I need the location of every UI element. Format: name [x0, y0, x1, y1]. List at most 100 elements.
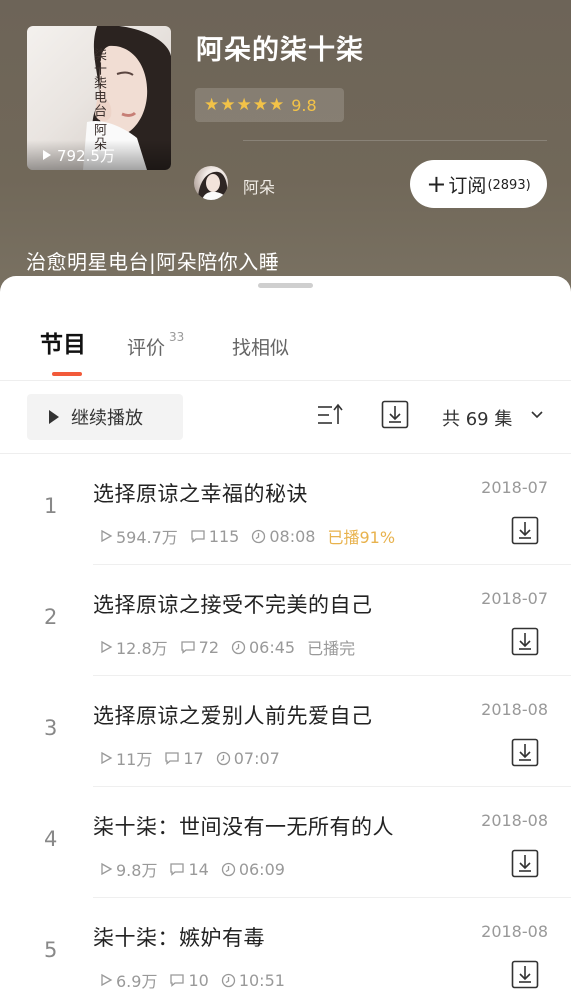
play-icon: [49, 410, 59, 424]
play-icon: [101, 862, 113, 876]
episode-row[interactable]: 1 选择原谅之幸福的秘诀 2018-07 594.7万 115 08:08 已播…: [0, 454, 571, 565]
tab-reviews-label: 评价: [127, 337, 166, 359]
episode-plays-value: 6.9万: [116, 972, 158, 991]
album-cover[interactable]: 柒十柒电台 阿朵 792.5万: [27, 26, 171, 170]
download-icon[interactable]: [511, 738, 539, 768]
clock-icon: [221, 862, 235, 876]
episode-comments-value: 14: [188, 859, 209, 879]
episode-duration: 08:08: [251, 527, 315, 546]
album-description: 治愈明星电台|阿朵陪你入睡: [26, 250, 280, 274]
episode-row[interactable]: 2 选择原谅之接受不完美的自己 2018-07 12.8万 72 06:45 已…: [0, 565, 571, 676]
episode-comments: 10: [169, 970, 209, 990]
episode-number: 1: [44, 494, 58, 518]
album-title: 阿朵的柒十柒: [196, 35, 364, 66]
comment-icon: [191, 530, 205, 543]
cover-text: 柒十柒电台 阿朵: [91, 48, 106, 152]
episode-duration-value: 06:45: [249, 637, 296, 657]
episode-title[interactable]: 柒十柒：世间没有一无所有的人: [93, 811, 394, 841]
episode-title[interactable]: 柒十柒：嫉妒有毒: [93, 922, 265, 952]
episode-meta: 11万 17 07:07: [99, 746, 292, 770]
episode-comments-value: 17: [183, 748, 204, 768]
episode-title[interactable]: 选择原谅之爱别人前先爱自己: [93, 700, 373, 730]
episode-duration-value: 08:08: [269, 526, 316, 546]
play-icon: [101, 640, 113, 654]
episode-number: 2: [44, 605, 58, 629]
cover-play-count-value: 792.5万: [57, 146, 115, 165]
comment-icon: [165, 752, 180, 765]
episode-row[interactable]: 3 选择原谅之爱别人前先爱自己 2018-08 11万 17 07:07: [0, 676, 571, 787]
tab-similar-label: 找相似: [232, 337, 290, 359]
tabs-divider: [0, 380, 571, 381]
episode-plays: 594.7万: [99, 524, 178, 548]
rating-score: 9.8: [291, 95, 317, 115]
comment-icon: [170, 974, 185, 987]
episode-comments-value: 10: [188, 970, 209, 990]
episode-plays: 12.8万: [99, 635, 168, 659]
episode-date: 2018-07: [481, 589, 548, 608]
episode-duration: 07:07: [216, 749, 280, 768]
episode-sheet: 节目 评价 33 找相似 继续播放 共 69 集 1 选择原谅之幸福的秘诀 20…: [0, 276, 571, 1000]
episode-number: 3: [44, 716, 58, 740]
tab-episodes[interactable]: 节目: [40, 325, 86, 359]
clock-icon: [231, 640, 246, 654]
episode-comments: 14: [169, 859, 209, 879]
play-icon: [101, 973, 113, 987]
episode-number: 5: [44, 938, 58, 962]
tab-indicator: [52, 372, 82, 376]
subscribe-label: 订阅: [448, 174, 487, 197]
episode-meta: 12.8万 72 06:45 已播完: [99, 635, 367, 659]
episode-row[interactable]: 5 柒十柒：嫉妒有毒 2018-08 6.9万 10 10:51: [0, 898, 571, 1000]
drag-handle[interactable]: [258, 283, 313, 288]
episode-plays: 11万: [99, 746, 152, 770]
episode-duration: 06:09: [221, 860, 285, 879]
play-icon: [101, 529, 113, 543]
sort-icon[interactable]: [316, 400, 344, 430]
subscribe-button[interactable]: + 订阅 (2893): [410, 160, 547, 208]
download-icon[interactable]: [511, 960, 539, 990]
host-name[interactable]: 阿朵: [243, 174, 275, 198]
episode-row[interactable]: 4 柒十柒：世间没有一无所有的人 2018-08 9.8万 14 06:09: [0, 787, 571, 898]
episode-meta: 594.7万 115 08:08 已播91%: [99, 524, 407, 548]
episode-title[interactable]: 选择原谅之幸福的秘诀: [93, 478, 308, 508]
download-icon[interactable]: [511, 849, 539, 879]
tab-bar: 节目 评价 33 找相似: [0, 326, 571, 378]
star-rating-icon: ★★★★★: [204, 95, 286, 115]
header-divider: [243, 140, 547, 141]
album-header: 柒十柒电台 阿朵 792.5万 阿朵的柒十柒 ★★★★★ 9.8 阿朵 + 订阅…: [0, 0, 571, 300]
episode-duration: 06:45: [231, 638, 295, 657]
tab-episodes-label: 节目: [40, 332, 86, 358]
host-avatar[interactable]: [194, 166, 228, 200]
rating-badge: ★★★★★ 9.8: [195, 88, 344, 122]
subscribe-count: (2893): [487, 178, 531, 193]
episode-comments: 17: [164, 748, 204, 768]
list-toolbar: 继续播放 共 69 集: [0, 392, 571, 442]
download-all-icon[interactable]: [381, 400, 409, 430]
tab-similar[interactable]: 找相似: [232, 333, 289, 360]
tab-reviews[interactable]: 评价 33: [127, 330, 185, 360]
clock-icon: [216, 751, 230, 765]
episode-date: 2018-08: [481, 922, 548, 941]
chevron-down-icon[interactable]: [530, 410, 544, 420]
episode-plays: 6.9万: [99, 968, 157, 992]
play-icon: [101, 751, 113, 765]
episode-comments-value: 115: [208, 526, 240, 546]
clock-icon: [252, 529, 266, 543]
episode-date: 2018-07: [481, 478, 548, 497]
download-icon[interactable]: [511, 627, 539, 657]
continue-play-label: 继续播放: [71, 408, 143, 429]
episode-duration-value: 06:09: [238, 859, 285, 879]
episode-number: 4: [44, 827, 58, 851]
continue-play-button[interactable]: 继续播放: [27, 394, 183, 440]
episode-count[interactable]: 共 69 集: [442, 405, 512, 431]
tab-reviews-badge: 33: [169, 330, 185, 344]
play-icon: [43, 150, 51, 160]
episode-date: 2018-08: [481, 700, 548, 719]
clock-icon: [221, 973, 235, 987]
episode-title[interactable]: 选择原谅之接受不完美的自己: [93, 589, 373, 619]
comment-icon: [170, 863, 185, 876]
episode-plays-value: 9.8万: [116, 861, 158, 880]
episode-duration-value: 07:07: [233, 748, 280, 768]
episode-comments: 72: [180, 638, 219, 657]
download-icon[interactable]: [511, 516, 539, 546]
episode-comments-value: 72: [198, 637, 219, 657]
